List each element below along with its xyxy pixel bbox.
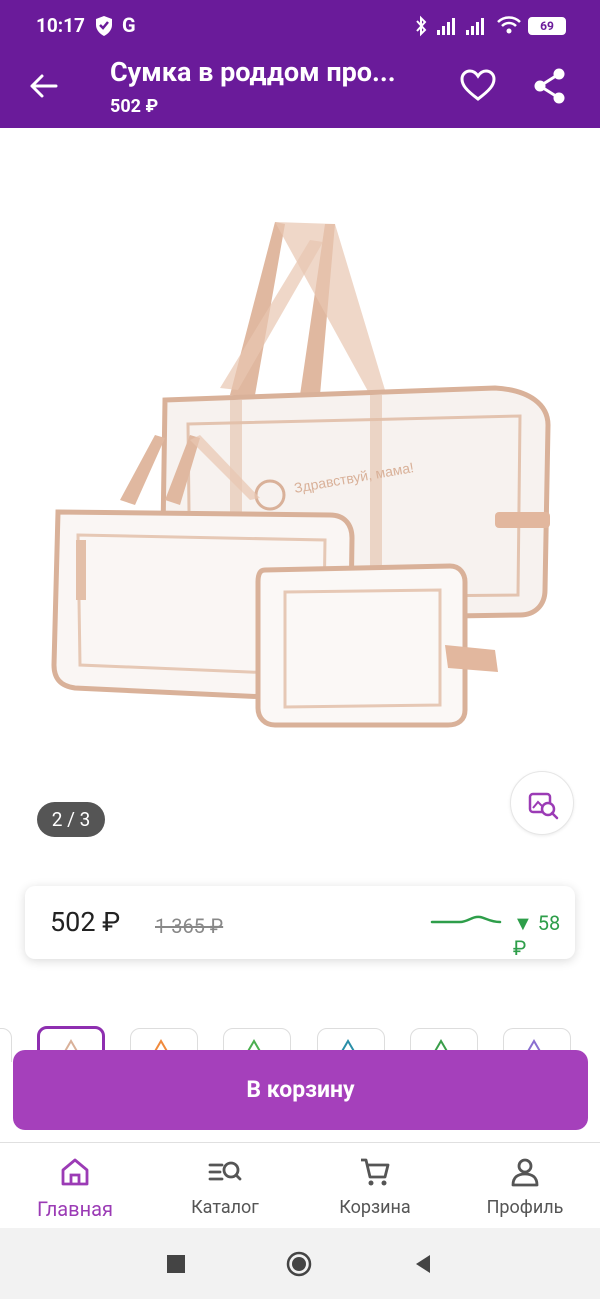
nav-label: Каталог xyxy=(191,1197,259,1218)
shield-icon xyxy=(96,16,112,36)
nav-item-catalog[interactable]: Каталог xyxy=(150,1143,300,1229)
nav-item-home[interactable]: Главная xyxy=(0,1143,150,1229)
nav-label: Профиль xyxy=(486,1197,564,1218)
bottom-navigation: Главная Каталог Корзина Профиль xyxy=(0,1142,600,1228)
system-navigation-bar xyxy=(0,1228,600,1299)
status-time: 10:17 xyxy=(36,14,85,37)
header-price: 502 ₽ xyxy=(110,96,159,117)
app-bar: Сумка в роддом про... 502 ₽ xyxy=(0,44,600,128)
battery-icon: 69 xyxy=(528,17,566,35)
nav-item-cart[interactable]: Корзина xyxy=(300,1143,450,1229)
add-to-cart-button[interactable]: В корзину xyxy=(13,1050,588,1130)
home-icon xyxy=(61,1158,89,1186)
battery-level: 69 xyxy=(540,19,554,33)
price-card[interactable]: 502 ₽ 1 365 ₽ ▼ 58 ₽ xyxy=(25,886,575,960)
image-search-icon xyxy=(528,792,559,820)
wifi-icon xyxy=(497,16,521,34)
variant-thumb[interactable] xyxy=(0,1028,12,1062)
catalog-search-icon xyxy=(208,1161,242,1181)
nav-label: Корзина xyxy=(339,1197,411,1218)
signal-icon-2 xyxy=(466,18,484,35)
gallery-counter: 2 / 3 xyxy=(37,802,105,837)
price-trend-sparkline xyxy=(430,915,502,924)
visual-search-button[interactable] xyxy=(510,771,574,835)
old-price: 1 365 ₽ xyxy=(155,914,224,938)
cart-icon xyxy=(361,1158,390,1186)
nav-item-profile[interactable]: Профиль xyxy=(450,1143,600,1229)
share-icon[interactable] xyxy=(530,66,570,106)
nav-label: Главная xyxy=(36,1197,114,1221)
profile-icon xyxy=(511,1158,539,1187)
recents-square-icon[interactable] xyxy=(162,1250,190,1278)
product-image[interactable]: Здравствуй, мама! xyxy=(40,210,560,750)
status-bar: 10:17 G 69 xyxy=(0,0,600,44)
current-price: 502 ₽ xyxy=(50,906,121,938)
signal-icon xyxy=(437,18,455,35)
back-arrow-icon[interactable] xyxy=(24,66,64,106)
g-label: G xyxy=(122,13,136,37)
price-drop: ▼ 58 ₽ xyxy=(513,911,561,960)
home-circle-icon[interactable] xyxy=(285,1250,313,1278)
page-title: Сумка в роддом про... xyxy=(110,56,396,88)
back-triangle-icon[interactable] xyxy=(410,1250,438,1278)
bluetooth-icon xyxy=(416,15,427,37)
favorite-heart-icon[interactable] xyxy=(458,66,498,106)
